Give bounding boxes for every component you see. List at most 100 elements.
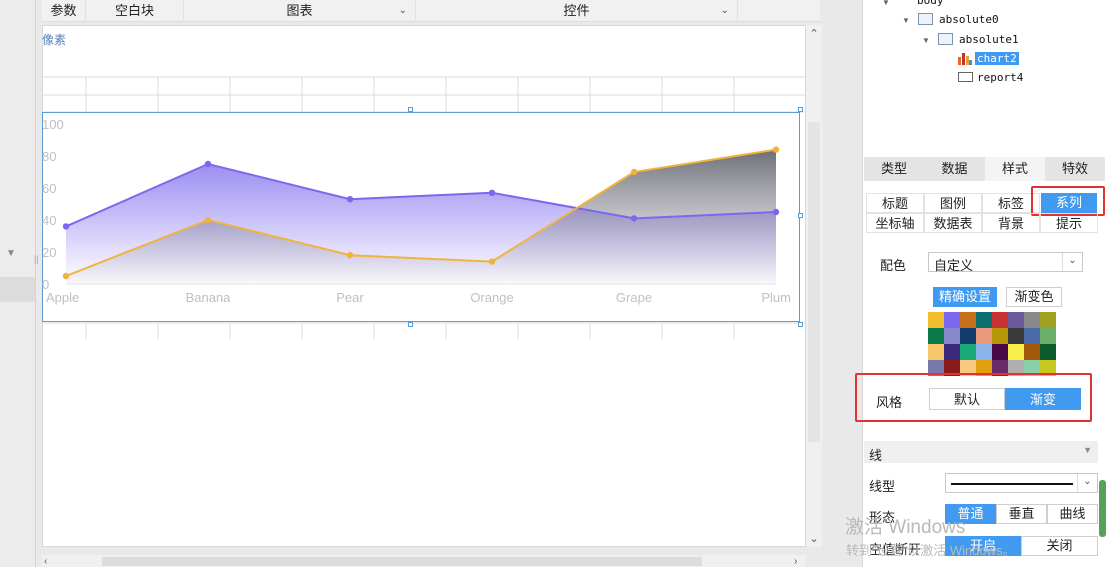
blank-block-tab[interactable]: 空白块: [86, 0, 184, 22]
gutter-selected-row[interactable]: [0, 277, 35, 302]
palette-swatch[interactable]: [960, 312, 976, 328]
color-scheme-label: 配色: [880, 258, 907, 273]
tab-type[interactable]: 类型: [864, 157, 924, 181]
subtab-legend[interactable]: 图例: [924, 193, 982, 213]
scroll-up-icon[interactable]: ⌃: [806, 27, 822, 40]
palette-swatch[interactable]: [1024, 312, 1040, 328]
series-1-point[interactable]: [772, 146, 780, 153]
palette-swatch[interactable]: [1040, 312, 1056, 328]
scroll-down-icon[interactable]: ⌄: [806, 532, 822, 545]
x-category-label: Plum: [761, 290, 791, 305]
palette-swatch[interactable]: [1008, 312, 1024, 328]
palette-swatch[interactable]: [944, 312, 960, 328]
scroll-right-icon[interactable]: ›: [794, 556, 797, 567]
resize-handle-bottom[interactable]: [408, 322, 413, 327]
palette-swatch[interactable]: [944, 344, 960, 360]
palette-swatch[interactable]: [1024, 344, 1040, 360]
palette-swatch[interactable]: [1024, 328, 1040, 344]
subtab-background[interactable]: 背景: [982, 213, 1040, 233]
palette-swatch[interactable]: [992, 312, 1008, 328]
area-chart[interactable]: 020406080100Apple Banana Pear Orange Grape Pl…: [42, 112, 802, 324]
palette-swatch[interactable]: [976, 312, 992, 328]
palette-swatch[interactable]: [1008, 328, 1024, 344]
palette-swatch[interactable]: [976, 344, 992, 360]
collapse-arrow-icon[interactable]: ▼: [6, 248, 16, 259]
tree-node-absolute1[interactable]: absolute1: [959, 33, 1019, 46]
chart-dropdown[interactable]: 图表 ⌄: [184, 0, 416, 22]
solid-line-swatch: [951, 483, 1073, 485]
line-section-title: 线: [869, 448, 883, 463]
resize-handle-right[interactable]: [798, 213, 803, 218]
tab-effects[interactable]: 特效: [1045, 157, 1105, 181]
tree-node-chart2[interactable]: chart2: [975, 52, 1019, 65]
series-0-point[interactable]: [62, 223, 70, 230]
palette-swatch[interactable]: [1040, 344, 1056, 360]
resize-handle-top[interactable]: [408, 107, 413, 112]
series-1-point[interactable]: [204, 216, 212, 224]
series-0-point[interactable]: [346, 196, 354, 203]
series-0-point[interactable]: [772, 208, 780, 216]
palette-swatch[interactable]: [928, 344, 944, 360]
control-dropdown[interactable]: 控件 ⌄: [416, 0, 738, 22]
series-0-point[interactable]: [204, 160, 212, 168]
palette-swatch[interactable]: [1040, 328, 1056, 344]
palette-swatch[interactable]: [1008, 344, 1024, 360]
chevron-down-icon: ⌄: [1062, 253, 1082, 271]
color-palette-grid[interactable]: [928, 312, 1056, 376]
tab-style[interactable]: 样式: [985, 157, 1045, 181]
color-scheme-select[interactable]: 自定义 ⌄: [928, 252, 1083, 273]
subtab-tooltip[interactable]: 提示: [1040, 213, 1098, 233]
line-section-header[interactable]: 线 ▼: [864, 441, 1098, 463]
control-label: 控件: [563, 3, 590, 18]
resize-handle-bottom-right[interactable]: [798, 322, 803, 327]
subtab-axis[interactable]: 坐标轴: [866, 213, 924, 233]
highlight-box-style: [855, 373, 1092, 422]
expand-triangle-icon[interactable]: ▼: [922, 36, 930, 45]
y-tick-label: 100: [42, 117, 64, 132]
gradient-color-button[interactable]: 渐变色: [1006, 287, 1062, 307]
palette-swatch[interactable]: [960, 328, 976, 344]
series-0-point[interactable]: [488, 189, 496, 196]
x-category-label: Pear: [336, 290, 364, 305]
layout-container-icon: [918, 13, 933, 25]
line-type-select[interactable]: ⌄: [945, 473, 1098, 493]
tab-data[interactable]: 数据: [924, 157, 985, 181]
subtab-datasheet[interactable]: 数据表: [924, 213, 982, 233]
subtab-title[interactable]: 标题: [866, 193, 924, 213]
component-toolbar: 参数 空白块 图表 ⌄ 控件 ⌄: [42, 0, 820, 22]
palette-swatch[interactable]: [976, 328, 992, 344]
palette-swatch[interactable]: [992, 344, 1008, 360]
activation-watermark-title: 激活 Windows: [845, 517, 966, 538]
tree-node-report4[interactable]: report4: [977, 71, 1023, 84]
chart-node-icon: [958, 53, 972, 65]
shape-vertical-button[interactable]: 垂直: [996, 504, 1047, 524]
tree-node-body[interactable]: body: [917, 0, 944, 7]
series-1-point[interactable]: [488, 258, 496, 265]
series-1-point[interactable]: [346, 252, 354, 259]
chevron-down-icon: ⌄: [720, 5, 729, 16]
series-0-point[interactable]: [630, 215, 638, 222]
palette-swatch[interactable]: [992, 328, 1008, 344]
params-tab[interactable]: 参数: [42, 0, 86, 22]
splitter-handle-icon[interactable]: ||: [34, 254, 39, 264]
tree-node-absolute0[interactable]: absolute0: [939, 13, 999, 26]
palette-swatch[interactable]: [928, 312, 944, 328]
series-1-point[interactable]: [630, 168, 638, 176]
null-break-off-button[interactable]: 关闭: [1021, 536, 1098, 556]
y-tick-label: 80: [42, 149, 56, 164]
panel-scroll-thumb[interactable]: [1099, 480, 1106, 537]
y-tick-label: 40: [42, 213, 56, 228]
expand-triangle-icon[interactable]: ▼: [902, 16, 910, 25]
vertical-scroll-thumb[interactable]: [808, 122, 820, 442]
palette-swatch[interactable]: [944, 328, 960, 344]
palette-swatch[interactable]: [928, 328, 944, 344]
resize-handle-top-right[interactable]: [798, 107, 803, 112]
shape-curve-button[interactable]: 曲线: [1047, 504, 1098, 524]
precise-settings-button[interactable]: 精确设置: [933, 287, 997, 307]
series-1-point[interactable]: [62, 272, 70, 280]
horizontal-scroll-thumb[interactable]: [102, 557, 702, 566]
scroll-left-icon[interactable]: ‹: [44, 556, 47, 567]
expand-triangle-icon[interactable]: ▼: [882, 0, 890, 7]
palette-swatch[interactable]: [960, 344, 976, 360]
x-category-label: Orange: [470, 290, 513, 305]
